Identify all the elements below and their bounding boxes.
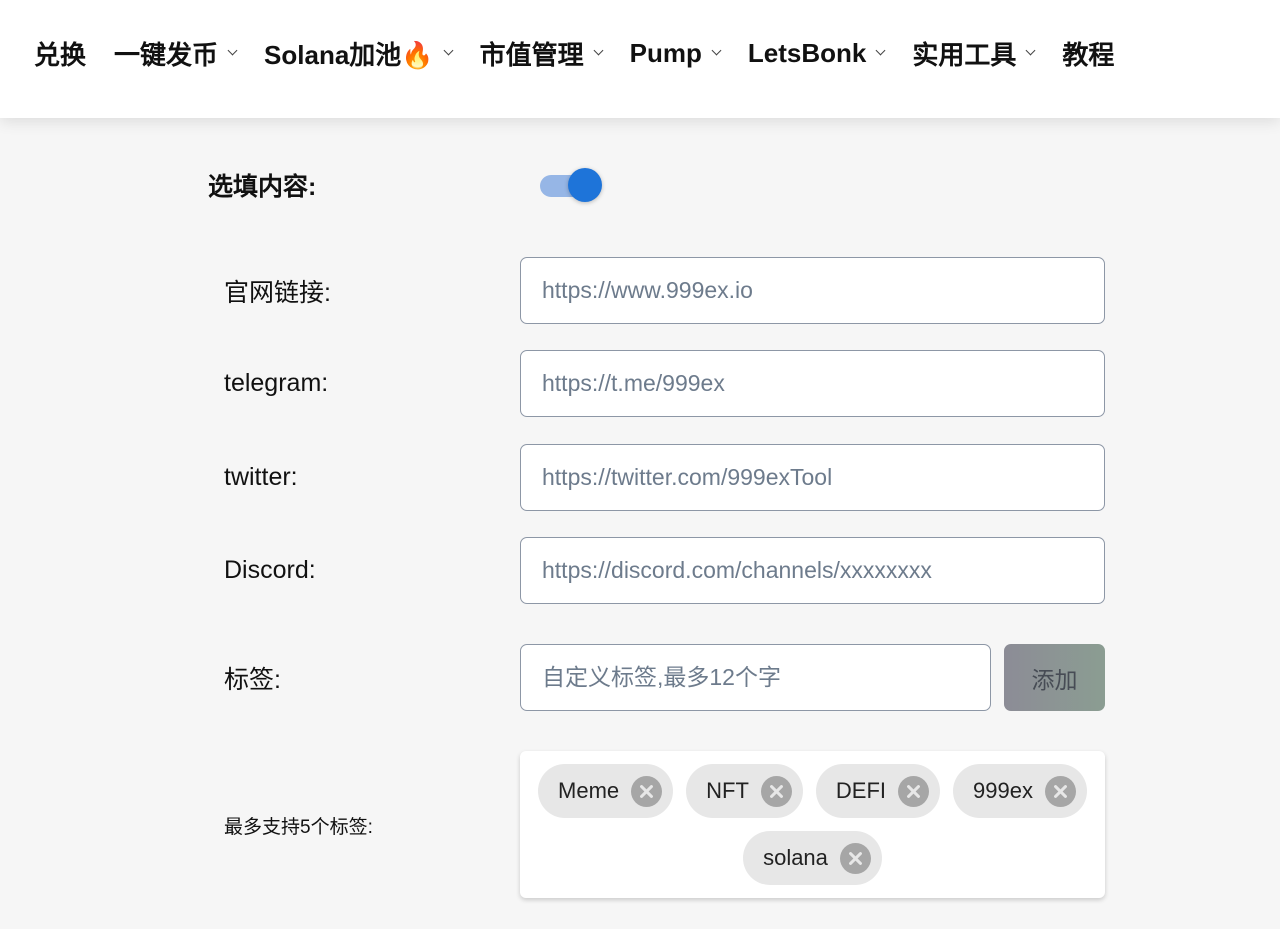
chevron-down-icon <box>875 45 886 56</box>
tag-chip: solana <box>743 831 882 885</box>
add-tag-button[interactable]: 添加 <box>1004 644 1105 711</box>
telegram-row: telegram: <box>224 350 1105 417</box>
nav-item-label: 兑换 <box>34 39 87 70</box>
tag-chip-label: 999ex <box>973 778 1033 803</box>
tag-chip: NFT <box>686 764 803 818</box>
discord-input[interactable] <box>520 537 1105 604</box>
website-label: 官网链接: <box>224 278 331 307</box>
nav-item-label: 一键发币 <box>114 39 219 70</box>
tag-chip-label: DEFI <box>835 778 887 803</box>
chevron-down-icon <box>711 45 722 56</box>
twitter-input[interactable] <box>520 444 1105 511</box>
nav-item-pump[interactable]: Pump <box>629 37 722 69</box>
nav-item-letsbonk[interactable]: LetsBonk <box>747 37 886 69</box>
top-navigation: 兑换 一键发币 Solana加池🔥 市值管理 Pump LetsBonk 实用工… <box>0 0 1280 118</box>
tag-chip-label: NFT <box>706 778 749 803</box>
discord-label: Discord: <box>224 556 316 584</box>
website-input[interactable] <box>520 257 1105 324</box>
nav-item-label: 实用工具 <box>912 39 1017 70</box>
tag-chip: 999ex <box>953 764 1087 818</box>
chevron-down-icon <box>593 45 604 56</box>
nav-item-tutorial[interactable]: 教程 <box>1062 35 1114 72</box>
remove-tag-icon[interactable] <box>1044 775 1076 807</box>
nav-item-solana-pool[interactable]: Solana加池🔥 <box>264 35 454 72</box>
nav-item-token-create[interactable]: 一键发币 <box>114 35 238 72</box>
nav-item-label: LetsBonk <box>747 37 867 68</box>
chevron-down-icon <box>1025 45 1036 56</box>
nav-item-label: Pump <box>629 37 702 68</box>
discord-row: Discord: <box>224 537 1105 604</box>
remove-tag-icon[interactable] <box>631 775 663 807</box>
optional-content-toggle[interactable] <box>540 167 602 203</box>
nav-item-tools[interactable]: 实用工具 <box>912 35 1036 72</box>
tag-input[interactable] <box>520 644 991 711</box>
nav-item-market-cap[interactable]: 市值管理 <box>479 35 604 72</box>
optional-content-label: 选填内容: <box>208 173 317 201</box>
tag-chip-label: solana <box>763 845 828 870</box>
tag-label: 标签: <box>224 665 281 694</box>
nav-item-label: 教程 <box>1062 39 1115 70</box>
tag-chip: Meme <box>538 764 674 818</box>
tag-limit-label: 最多支持5个标签: <box>224 817 373 838</box>
website-row: 官网链接: <box>224 257 1105 324</box>
chevron-down-icon <box>227 45 238 56</box>
nav-item-label: 市值管理 <box>479 39 584 70</box>
nav-item-label: Solana加池🔥 <box>264 39 434 70</box>
nav-item-swap[interactable]: 兑换 <box>34 35 86 72</box>
optional-content-row: 选填内容: <box>208 166 602 204</box>
tag-chip: DEFI <box>815 764 941 818</box>
twitter-label: twitter: <box>224 463 298 491</box>
tag-list: Meme NFT DEFI 999ex solana <box>520 751 1105 898</box>
tag-row: 标签: 添加 <box>224 644 1105 711</box>
remove-tag-icon[interactable] <box>839 842 871 874</box>
twitter-row: twitter: <box>224 444 1105 511</box>
telegram-label: telegram: <box>224 369 329 397</box>
tag-chip-label: Meme <box>558 778 620 803</box>
chevron-down-icon <box>443 45 454 56</box>
toggle-knob[interactable] <box>568 168 602 202</box>
telegram-input[interactable] <box>520 350 1105 417</box>
remove-tag-icon[interactable] <box>898 775 930 807</box>
remove-tag-icon[interactable] <box>760 775 792 807</box>
